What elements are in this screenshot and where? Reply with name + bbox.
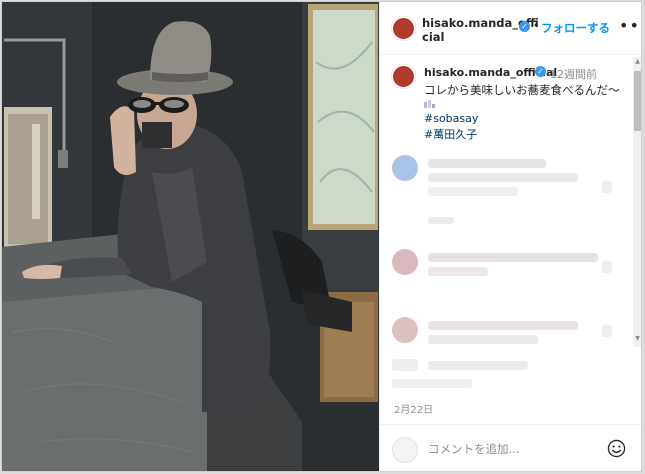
comment-footer xyxy=(380,424,641,471)
hashtag-name[interactable]: #萬田久子 xyxy=(424,126,477,142)
emoji-icon[interactable] xyxy=(607,439,626,458)
header-separator: • xyxy=(533,19,540,32)
caption-verified-icon: ✓ xyxy=(535,66,546,77)
verified-badge-icon: ✓ xyxy=(519,21,530,32)
hashtag-sobasay[interactable]: #sobasay xyxy=(424,112,478,125)
post-header: hisako.manda_official ✓ • フォローする ••• xyxy=(380,2,641,55)
caption-avatar[interactable] xyxy=(391,64,416,89)
post-image xyxy=(2,2,379,471)
instagram-embed: hisako.manda_official ✓ • フォローする ••• his… xyxy=(1,1,642,472)
scrollbar-thumb[interactable] xyxy=(634,71,641,131)
caption-time[interactable]: 12週間前 xyxy=(550,66,597,82)
caption-text: コレから美味しいお蕎麦食べるんだ〜 xyxy=(424,83,620,97)
profile-avatar[interactable] xyxy=(391,16,416,41)
comments-list[interactable]: hisako.manda_official ✓ 12週間前 コレから美味しいお蕎… xyxy=(380,55,641,398)
post-side-panel: hisako.manda_official ✓ • フォローする ••• his… xyxy=(379,2,641,471)
follow-button[interactable]: フォローする xyxy=(541,21,610,35)
current-user-avatar xyxy=(392,437,418,463)
scroll-down-arrow-icon[interactable]: ▼ xyxy=(633,334,641,344)
caption-emoji-icon xyxy=(424,100,435,108)
comment-input[interactable] xyxy=(428,439,578,459)
post-photo[interactable] xyxy=(2,2,379,471)
more-options-icon[interactable]: ••• xyxy=(619,16,641,35)
scroll-up-arrow-icon[interactable]: ▲ xyxy=(633,57,641,67)
post-date[interactable]: 2月22日 xyxy=(394,401,433,416)
